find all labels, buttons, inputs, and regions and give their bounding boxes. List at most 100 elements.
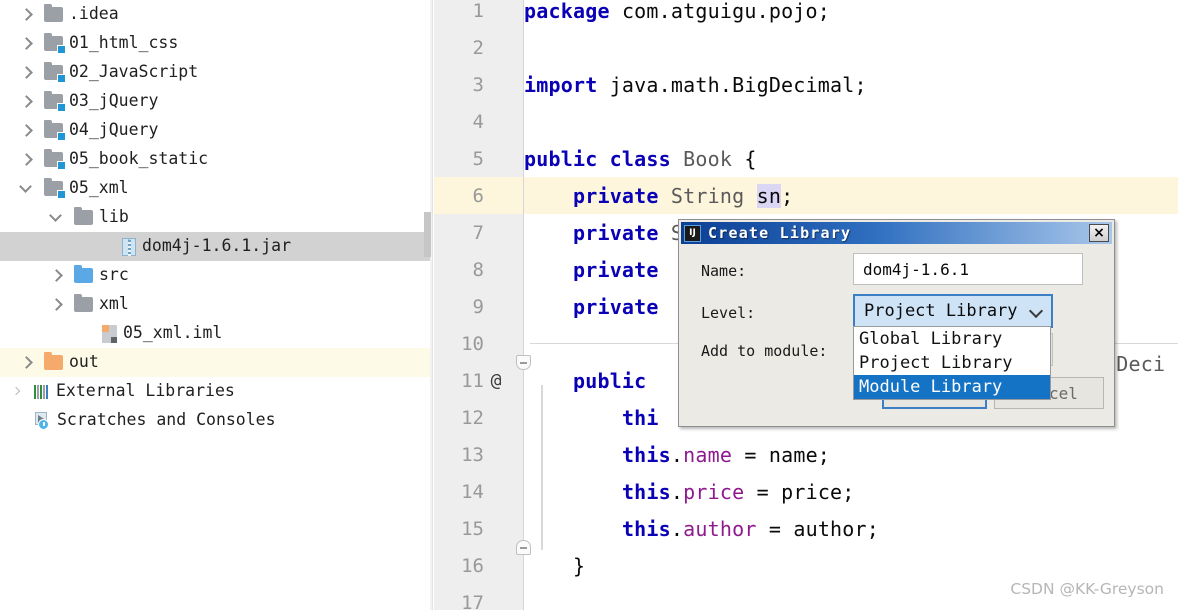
- module-folder-icon: [44, 33, 66, 54]
- code-line[interactable]: }: [524, 547, 585, 584]
- line-number: 9: [472, 295, 484, 318]
- code-line[interactable]: thi: [524, 399, 659, 436]
- code-token: java.math.BigDecimal;: [609, 72, 867, 97]
- project-tree-panel: .idea 01_html_css 02_JavaScript 03_jQuery 04…: [0, 0, 430, 610]
- gutter-line[interactable]: 1: [434, 0, 524, 29]
- gutter-line[interactable]: 12: [434, 399, 524, 436]
- gutter-line[interactable]: 7: [434, 214, 524, 251]
- chevron-down-icon: [1028, 303, 1044, 319]
- gutter-line[interactable]: 9: [434, 288, 524, 325]
- level-dropdown-list[interactable]: Global Library Project Library Module Libr…: [853, 326, 1051, 400]
- tree-item-05-xml-iml[interactable]: 05_xml.iml: [0, 319, 430, 348]
- name-input[interactable]: dom4j-1.6.1: [853, 253, 1083, 285]
- code-line[interactable]: this. author = author;: [524, 510, 879, 547]
- tree-item-label: xml: [99, 294, 129, 314]
- tree-item-03-jquery[interactable]: 03_jQuery: [0, 87, 430, 116]
- line-number: 1: [472, 0, 484, 22]
- gutter-line[interactable]: 16: [434, 547, 524, 584]
- create-library-dialog[interactable]: IJ Create Library × Name: dom4j-1.6.1 Le…: [678, 219, 1115, 427]
- gutter-line[interactable]: 13: [434, 436, 524, 473]
- code-line[interactable]: this. name = name;: [524, 436, 830, 473]
- module-folder-icon: [44, 120, 66, 141]
- fold-marker-close[interactable]: [516, 540, 531, 555]
- close-icon[interactable]: ×: [1089, 224, 1109, 242]
- code-token: private: [572, 183, 671, 208]
- code-line[interactable]: this. price = price;: [524, 473, 855, 510]
- tree-item-05-xml[interactable]: 05_xml: [0, 174, 430, 203]
- tree-item-label: 02_JavaScript: [69, 62, 199, 82]
- tree-item-label: 04_jQuery: [69, 120, 159, 140]
- gutter-line[interactable]: 10: [434, 325, 524, 362]
- chevron-right-icon[interactable]: [48, 296, 65, 313]
- code-line[interactable]: import java.math.BigDecimal;: [524, 66, 867, 103]
- chevron-right-icon[interactable]: [18, 35, 35, 52]
- tree-item-lib[interactable]: lib: [0, 203, 430, 232]
- code-token: author: [683, 516, 757, 541]
- code-line[interactable]: private: [524, 288, 671, 325]
- line-number-gutter: 1 2 3 4 5 6 7 8 9 10 11 @12 13 14 15 16 17: [434, 0, 524, 610]
- tree-item-scratches-and-consoles[interactable]: Scratches and Consoles: [0, 406, 430, 435]
- tree-item-external-libraries[interactable]: External Libraries: [0, 377, 430, 406]
- chevron-right-icon[interactable]: [18, 6, 35, 23]
- gutter-line[interactable]: 11 @: [434, 362, 524, 399]
- tree-item--idea[interactable]: .idea: [0, 0, 430, 29]
- gutter-line[interactable]: 8: [434, 251, 524, 288]
- gutter-annotation-icon[interactable]: @: [484, 370, 508, 391]
- scratches-icon: [34, 412, 51, 430]
- gutter-line[interactable]: 14: [434, 473, 524, 510]
- chevron-right-icon[interactable]: [18, 151, 35, 168]
- code-token: com.atguigu.pojo;: [621, 0, 831, 23]
- code-line[interactable]: private: [524, 251, 671, 288]
- tree-item-02-javascript[interactable]: 02_JavaScript: [0, 58, 430, 87]
- level-select-value: Project Library: [864, 301, 1018, 321]
- gutter-line[interactable]: 5: [434, 140, 524, 177]
- dropdown-option[interactable]: Module Library: [854, 375, 1050, 399]
- sidebar-scrollbar-thumb[interactable]: [424, 212, 431, 257]
- fold-marker-open[interactable]: [516, 355, 531, 370]
- dropdown-option[interactable]: Project Library: [854, 351, 1050, 375]
- gutter-line[interactable]: 15: [434, 510, 524, 547]
- module-folder-icon: [44, 91, 66, 112]
- add-to-module-label: Add to module:: [701, 342, 828, 360]
- code-line[interactable]: private String sn;: [524, 177, 793, 214]
- line-number: 15: [461, 517, 484, 540]
- code-line[interactable]: public: [524, 362, 659, 399]
- line-number: 16: [461, 554, 484, 577]
- tree-item-src[interactable]: src: [0, 261, 430, 290]
- tree-item-out[interactable]: out: [0, 348, 430, 377]
- code-line[interactable]: package com.atguigu.pojo;: [524, 0, 830, 29]
- chevron-down-icon[interactable]: [18, 180, 35, 197]
- gutter-line[interactable]: 3: [434, 66, 524, 103]
- tree-item-05-book-static[interactable]: 05_book_static: [0, 145, 430, 174]
- dropdown-option[interactable]: Global Library: [854, 327, 1050, 351]
- tree-item-xml[interactable]: xml: [0, 290, 430, 319]
- chevron-right-icon[interactable]: [18, 122, 35, 139]
- line-number: 10: [461, 332, 484, 355]
- code-token: public class: [524, 146, 684, 171]
- gutter-line[interactable]: 6: [434, 177, 524, 214]
- tree-item-04-jquery[interactable]: 04_jQuery: [0, 116, 430, 145]
- tree-item-label: 05_xml: [69, 178, 129, 198]
- external-libraries-icon: [34, 384, 50, 400]
- tree-item-01-html-css[interactable]: 01_html_css: [0, 29, 430, 58]
- gutter-line[interactable]: 2: [434, 29, 524, 66]
- code-line[interactable]: public class Book {: [524, 140, 757, 177]
- chevron-right-icon[interactable]: [18, 64, 35, 81]
- chevron-down-icon[interactable]: [48, 209, 65, 226]
- chevron-right-icon[interactable]: [18, 354, 35, 371]
- level-select[interactable]: Project Library: [853, 294, 1053, 328]
- chevron-right-icon[interactable]: [18, 93, 35, 110]
- chevron-right-icon[interactable]: [8, 383, 25, 400]
- gutter-line[interactable]: 4: [434, 103, 524, 140]
- gutter-line[interactable]: 17: [434, 584, 524, 610]
- tree-item-label: External Libraries: [56, 381, 235, 401]
- dialog-title-bar[interactable]: IJ Create Library ×: [681, 222, 1112, 244]
- jar-icon: [122, 237, 136, 256]
- chevron-right-icon[interactable]: [48, 267, 65, 284]
- tree-item-dom4j-1-6-1-jar[interactable]: dom4j-1.6.1.jar: [0, 232, 430, 261]
- line-number: 13: [461, 443, 484, 466]
- line-number: 3: [472, 73, 484, 96]
- line-number: 4: [472, 110, 484, 133]
